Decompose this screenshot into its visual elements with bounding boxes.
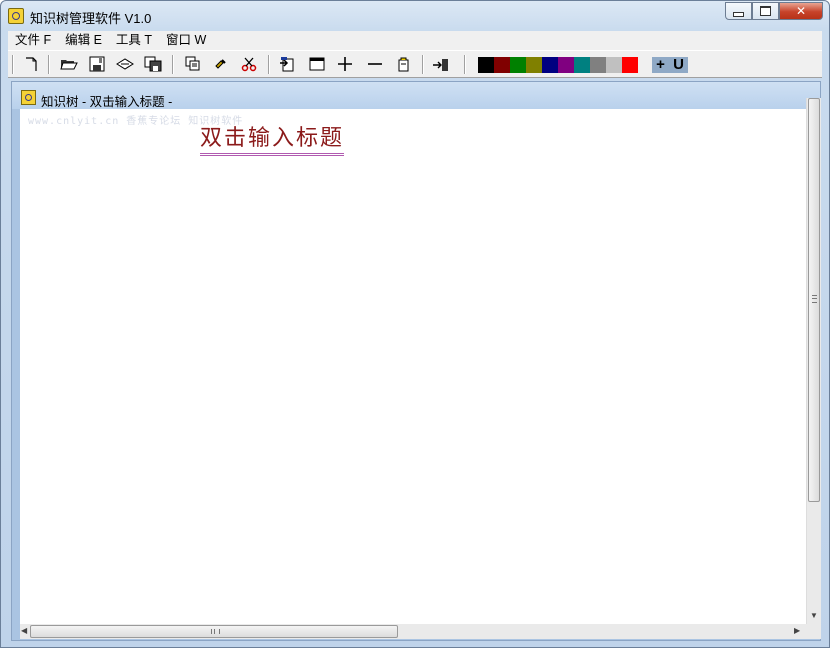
color-swatch-silver[interactable] (606, 57, 622, 73)
copy-icon (185, 56, 200, 71)
move-icon (433, 59, 448, 71)
app-icon[interactable] (8, 8, 24, 24)
toolbar: + U (8, 50, 822, 78)
cut-icon (241, 57, 257, 72)
grip-icon (211, 629, 220, 634)
vertical-scrollbar[interactable]: ▼ (806, 98, 821, 624)
color-swatch-black[interactable] (478, 57, 494, 73)
maximize-icon (760, 6, 771, 16)
clipboard-icon (398, 57, 409, 72)
horizontal-scroll-thumb[interactable] (30, 625, 398, 638)
menu-window[interactable]: 窗口 W (159, 31, 213, 50)
new-button[interactable] (20, 54, 42, 74)
horizontal-scrollbar[interactable]: ◀ ▶ (20, 624, 806, 639)
scrollbar-corner (806, 624, 821, 639)
menu-file[interactable]: 文件 F (8, 31, 58, 50)
new-icon (26, 57, 37, 71)
toolbar-separator (48, 55, 50, 74)
menu-edit[interactable]: 编辑 E (58, 31, 109, 50)
save-button[interactable] (86, 54, 108, 74)
tree-root-title[interactable]: 双击输入标题 (200, 125, 345, 156)
close-icon: ✕ (795, 4, 807, 18)
color-swatch-navy[interactable] (542, 57, 558, 73)
link-icon (116, 58, 134, 70)
toolbar-separator (464, 55, 466, 74)
toolbar-separator (268, 55, 270, 74)
canvas-area[interactable]: www.cnlyit.cn 香蕉专论坛 知识树软件 双击输入标题 (20, 109, 806, 624)
main-window: 知识树管理软件 V1.0 ✕ 文件 F 编辑 E 工具 T 窗口 W + U 知… (0, 0, 830, 648)
insert-node-button[interactable] (276, 54, 298, 74)
toolbar-separator (422, 55, 424, 74)
maximize-button[interactable] (752, 2, 779, 20)
title-bar[interactable]: 知识树管理软件 V1.0 ✕ (1, 1, 829, 31)
insert-node-icon (280, 57, 294, 72)
open-folder-icon (60, 60, 78, 70)
vertical-scroll-thumb[interactable] (808, 98, 820, 502)
color-swatch-purple[interactable] (558, 57, 574, 73)
scroll-down-icon[interactable]: ▼ (810, 612, 818, 620)
paste-button[interactable] (210, 54, 232, 74)
link-button[interactable] (114, 54, 136, 74)
color-swatch-olive[interactable] (526, 57, 542, 73)
copy-button[interactable] (182, 54, 204, 74)
color-swatch-maroon[interactable] (494, 57, 510, 73)
add-button[interactable] (334, 54, 356, 74)
child-title-bar[interactable]: 知识树 - 双击输入标题 - (12, 82, 820, 109)
color-swatch-gray[interactable] (590, 57, 606, 73)
move-button[interactable] (430, 54, 452, 74)
remove-button[interactable] (364, 54, 386, 74)
color-swatch-red[interactable] (622, 57, 638, 73)
scroll-right-icon[interactable]: ▶ (794, 627, 800, 635)
toolbar-separator (172, 55, 174, 74)
toolbar-separator (12, 55, 14, 74)
window-button[interactable] (306, 54, 328, 74)
menu-tools[interactable]: 工具 T (109, 31, 159, 50)
bold-plus-button[interactable]: + (652, 57, 669, 73)
color-swatch-teal[interactable] (574, 57, 590, 73)
child-window-title: 知识树 - 双击输入标题 - (41, 95, 173, 109)
close-button[interactable]: ✕ (779, 2, 823, 20)
cut-button[interactable] (238, 54, 260, 74)
open-button[interactable] (58, 54, 80, 74)
minimize-icon (733, 11, 744, 17)
clipboard-button[interactable] (392, 54, 414, 74)
minimize-button[interactable] (725, 2, 752, 20)
grip-icon (812, 295, 817, 303)
caption-buttons: ✕ (725, 2, 823, 20)
paste-icon (215, 59, 226, 69)
save-as-button[interactable] (142, 54, 164, 74)
menu-bar: 文件 F 编辑 E 工具 T 窗口 W (8, 31, 822, 50)
child-window: 知识树 - 双击输入标题 - www.cnlyit.cn 香蕉专论坛 知识树软件… (11, 81, 821, 641)
child-app-icon[interactable] (21, 90, 36, 105)
save-as-icon (144, 56, 162, 72)
scroll-left-icon[interactable]: ◀ (21, 627, 27, 635)
add-icon (338, 57, 352, 71)
remove-icon (368, 63, 382, 65)
window-icon (309, 57, 325, 71)
save-icon (89, 56, 105, 72)
underline-button[interactable]: U (669, 57, 688, 73)
color-swatch-green[interactable] (510, 57, 526, 73)
window-title: 知识树管理软件 V1.0 (30, 11, 152, 26)
